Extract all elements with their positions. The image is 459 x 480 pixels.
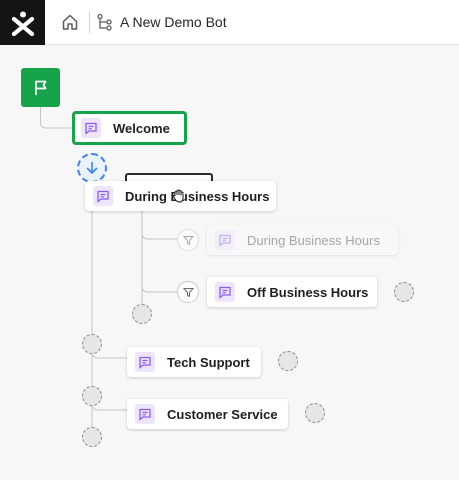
condition-filter[interactable] — [177, 281, 199, 303]
node-label: Welcome — [113, 120, 170, 136]
add-step-button[interactable] — [82, 334, 102, 354]
add-step-button[interactable] — [82, 386, 102, 406]
node-label: During Business Hours — [125, 188, 270, 204]
message-icon — [215, 230, 235, 250]
filter-icon — [182, 235, 194, 245]
add-step-button[interactable] — [278, 351, 298, 371]
welcome-node[interactable]: Welcome — [72, 111, 187, 145]
add-step-button[interactable] — [305, 403, 325, 423]
node-label: Off Business Hours — [247, 284, 369, 300]
flag-icon — [34, 80, 46, 95]
grab-cursor-icon — [172, 189, 184, 203]
message-icon — [215, 282, 235, 302]
message-icon — [93, 186, 113, 206]
node-label: During Business Hours — [247, 232, 380, 248]
condition-filter[interactable] — [177, 229, 199, 251]
node-label: Customer Service — [167, 406, 278, 422]
drop-target[interactable] — [77, 153, 107, 183]
ghost-node: During Business Hours — [207, 225, 398, 255]
message-icon — [135, 352, 155, 372]
add-step-button[interactable] — [132, 304, 152, 324]
tech-support-node[interactable]: Tech Support — [127, 347, 261, 377]
message-icon — [81, 118, 101, 138]
add-step-button[interactable] — [394, 282, 414, 302]
off-hours-node[interactable]: Off Business Hours — [207, 277, 377, 307]
customer-service-node[interactable]: Customer Service — [127, 399, 288, 429]
start-node[interactable] — [21, 68, 60, 107]
message-icon — [135, 404, 155, 424]
add-step-button[interactable] — [82, 427, 102, 447]
node-label: Tech Support — [167, 354, 250, 370]
filter-icon — [182, 287, 194, 297]
arrow-down-icon — [86, 161, 98, 174]
